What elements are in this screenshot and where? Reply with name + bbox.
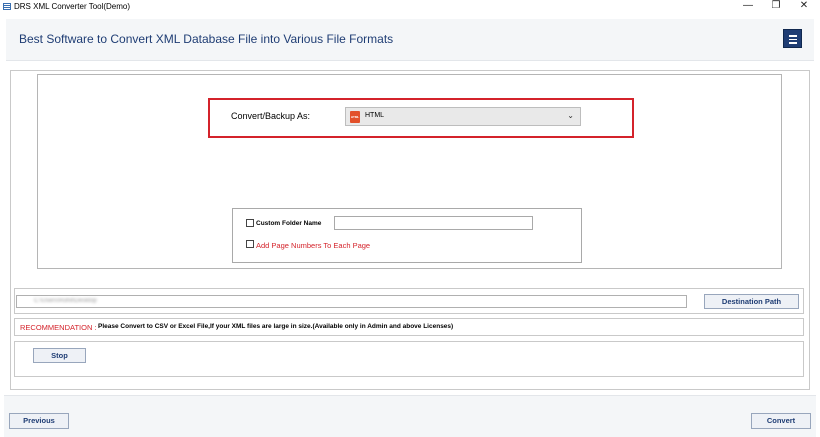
close-button[interactable]: ✕ [790, 0, 818, 14]
destination-path-button[interactable]: Destination Path [704, 294, 799, 309]
convert-backup-label: Convert/Backup As: [231, 111, 311, 121]
format-select-value: HTML [365, 112, 385, 119]
previous-button[interactable]: Previous [9, 413, 69, 429]
page-numbers-checkbox[interactable] [246, 240, 254, 248]
format-select[interactable]: HTML HTML ⌄ [345, 107, 581, 126]
hamburger-menu-icon[interactable] [783, 29, 802, 48]
page-title: Best Software to Convert XML Database Fi… [19, 32, 394, 46]
stop-button[interactable]: Stop [33, 348, 86, 363]
page-numbers-label: Add Page Numbers To Each Page [256, 241, 371, 250]
app-header: Best Software to Convert XML Database Fi… [6, 19, 814, 61]
destination-path-value: C:\Users\Rohit\Desktop [34, 298, 97, 304]
status-row [14, 341, 804, 377]
custom-folder-checkbox[interactable] [246, 219, 254, 227]
menu-line [789, 38, 797, 40]
footer-bar [4, 395, 816, 437]
custom-folder-label: Custom Folder Name [256, 220, 322, 227]
menu-line [789, 42, 797, 44]
html-file-icon: HTML [350, 111, 360, 123]
destination-path-field[interactable]: C:\Users\Rohit\Desktop [16, 295, 687, 308]
convert-button[interactable]: Convert [751, 413, 811, 429]
recommendation-label: RECOMMENDATION : [20, 323, 97, 332]
restore-button[interactable]: ❐ [762, 0, 790, 14]
window-titlebar: DRS XML Converter Tool(Demo) — ❐ ✕ [0, 0, 820, 14]
app-icon [3, 3, 11, 10]
custom-folder-input[interactable] [334, 216, 533, 230]
recommendation-text: Please Convert to CSV or Excel File,If y… [98, 323, 454, 330]
menu-line [789, 35, 797, 37]
minimize-button[interactable]: — [734, 0, 762, 14]
window-title: DRS XML Converter Tool(Demo) [14, 2, 131, 11]
chevron-down-icon: ⌄ [567, 111, 574, 120]
